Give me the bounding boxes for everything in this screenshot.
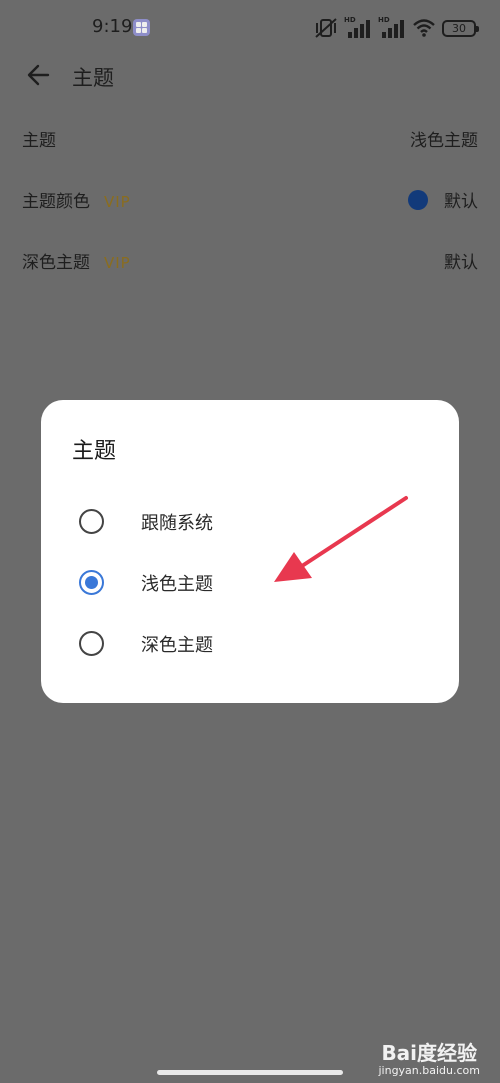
settings-row-dark-theme[interactable]: 深色主题 VIP 默认: [0, 240, 500, 280]
app-grid-icon: [133, 19, 150, 36]
radio-unchecked-icon[interactable]: [79, 509, 104, 534]
settings-row-label: 深色主题 VIP: [22, 253, 131, 273]
settings-row-value: 浅色主题: [410, 131, 478, 151]
settings-row-value: 默认: [444, 253, 478, 273]
signal-1-hd: HD: [344, 16, 356, 24]
back-arrow-icon[interactable]: [24, 60, 54, 90]
wifi-icon: [413, 19, 435, 37]
settings-row-theme[interactable]: 主题 浅色主题: [0, 118, 500, 158]
top-bar: 主题: [0, 56, 500, 96]
baidu-watermark: Bai度经验 jingyan.baidu.com: [378, 1037, 480, 1077]
option-label: 跟随系统: [141, 513, 213, 534]
signal-1-icon: HD: [344, 16, 372, 38]
option-label: 浅色主题: [141, 574, 213, 595]
vip-badge: VIP: [104, 254, 131, 272]
home-indicator[interactable]: [157, 1070, 343, 1075]
dialog-title: 主题: [72, 439, 117, 464]
settings-row-theme-color[interactable]: 主题颜色 VIP 默认: [0, 179, 500, 219]
vip-badge: VIP: [104, 193, 131, 211]
status-bar: 9:19 HD HD 30: [0, 0, 500, 56]
status-icons: HD HD 30: [314, 16, 479, 40]
watermark-url: jingyan.baidu.com: [378, 1064, 480, 1077]
page-title: 主题: [72, 66, 114, 90]
status-time: 9:19: [92, 16, 133, 37]
settings-row-label: 主题: [22, 131, 56, 151]
option-dark-theme[interactable]: 深色主题: [41, 618, 459, 668]
signal-2-hd: HD: [378, 16, 390, 24]
radio-unchecked-icon[interactable]: [79, 631, 104, 656]
vibrate-mute-icon: [315, 18, 337, 38]
settings-row-value: 默认: [444, 192, 478, 212]
annotation-arrow-icon: [274, 496, 408, 582]
signal-2-icon: HD: [378, 16, 406, 38]
theme-color-swatch: [408, 190, 428, 210]
settings-row-label: 主题颜色 VIP: [22, 192, 131, 212]
battery-icon: 30: [442, 19, 479, 37]
radio-checked-icon[interactable]: [79, 570, 104, 595]
watermark-brand: Bai度经验: [381, 1041, 478, 1065]
option-label: 深色主题: [141, 635, 213, 656]
